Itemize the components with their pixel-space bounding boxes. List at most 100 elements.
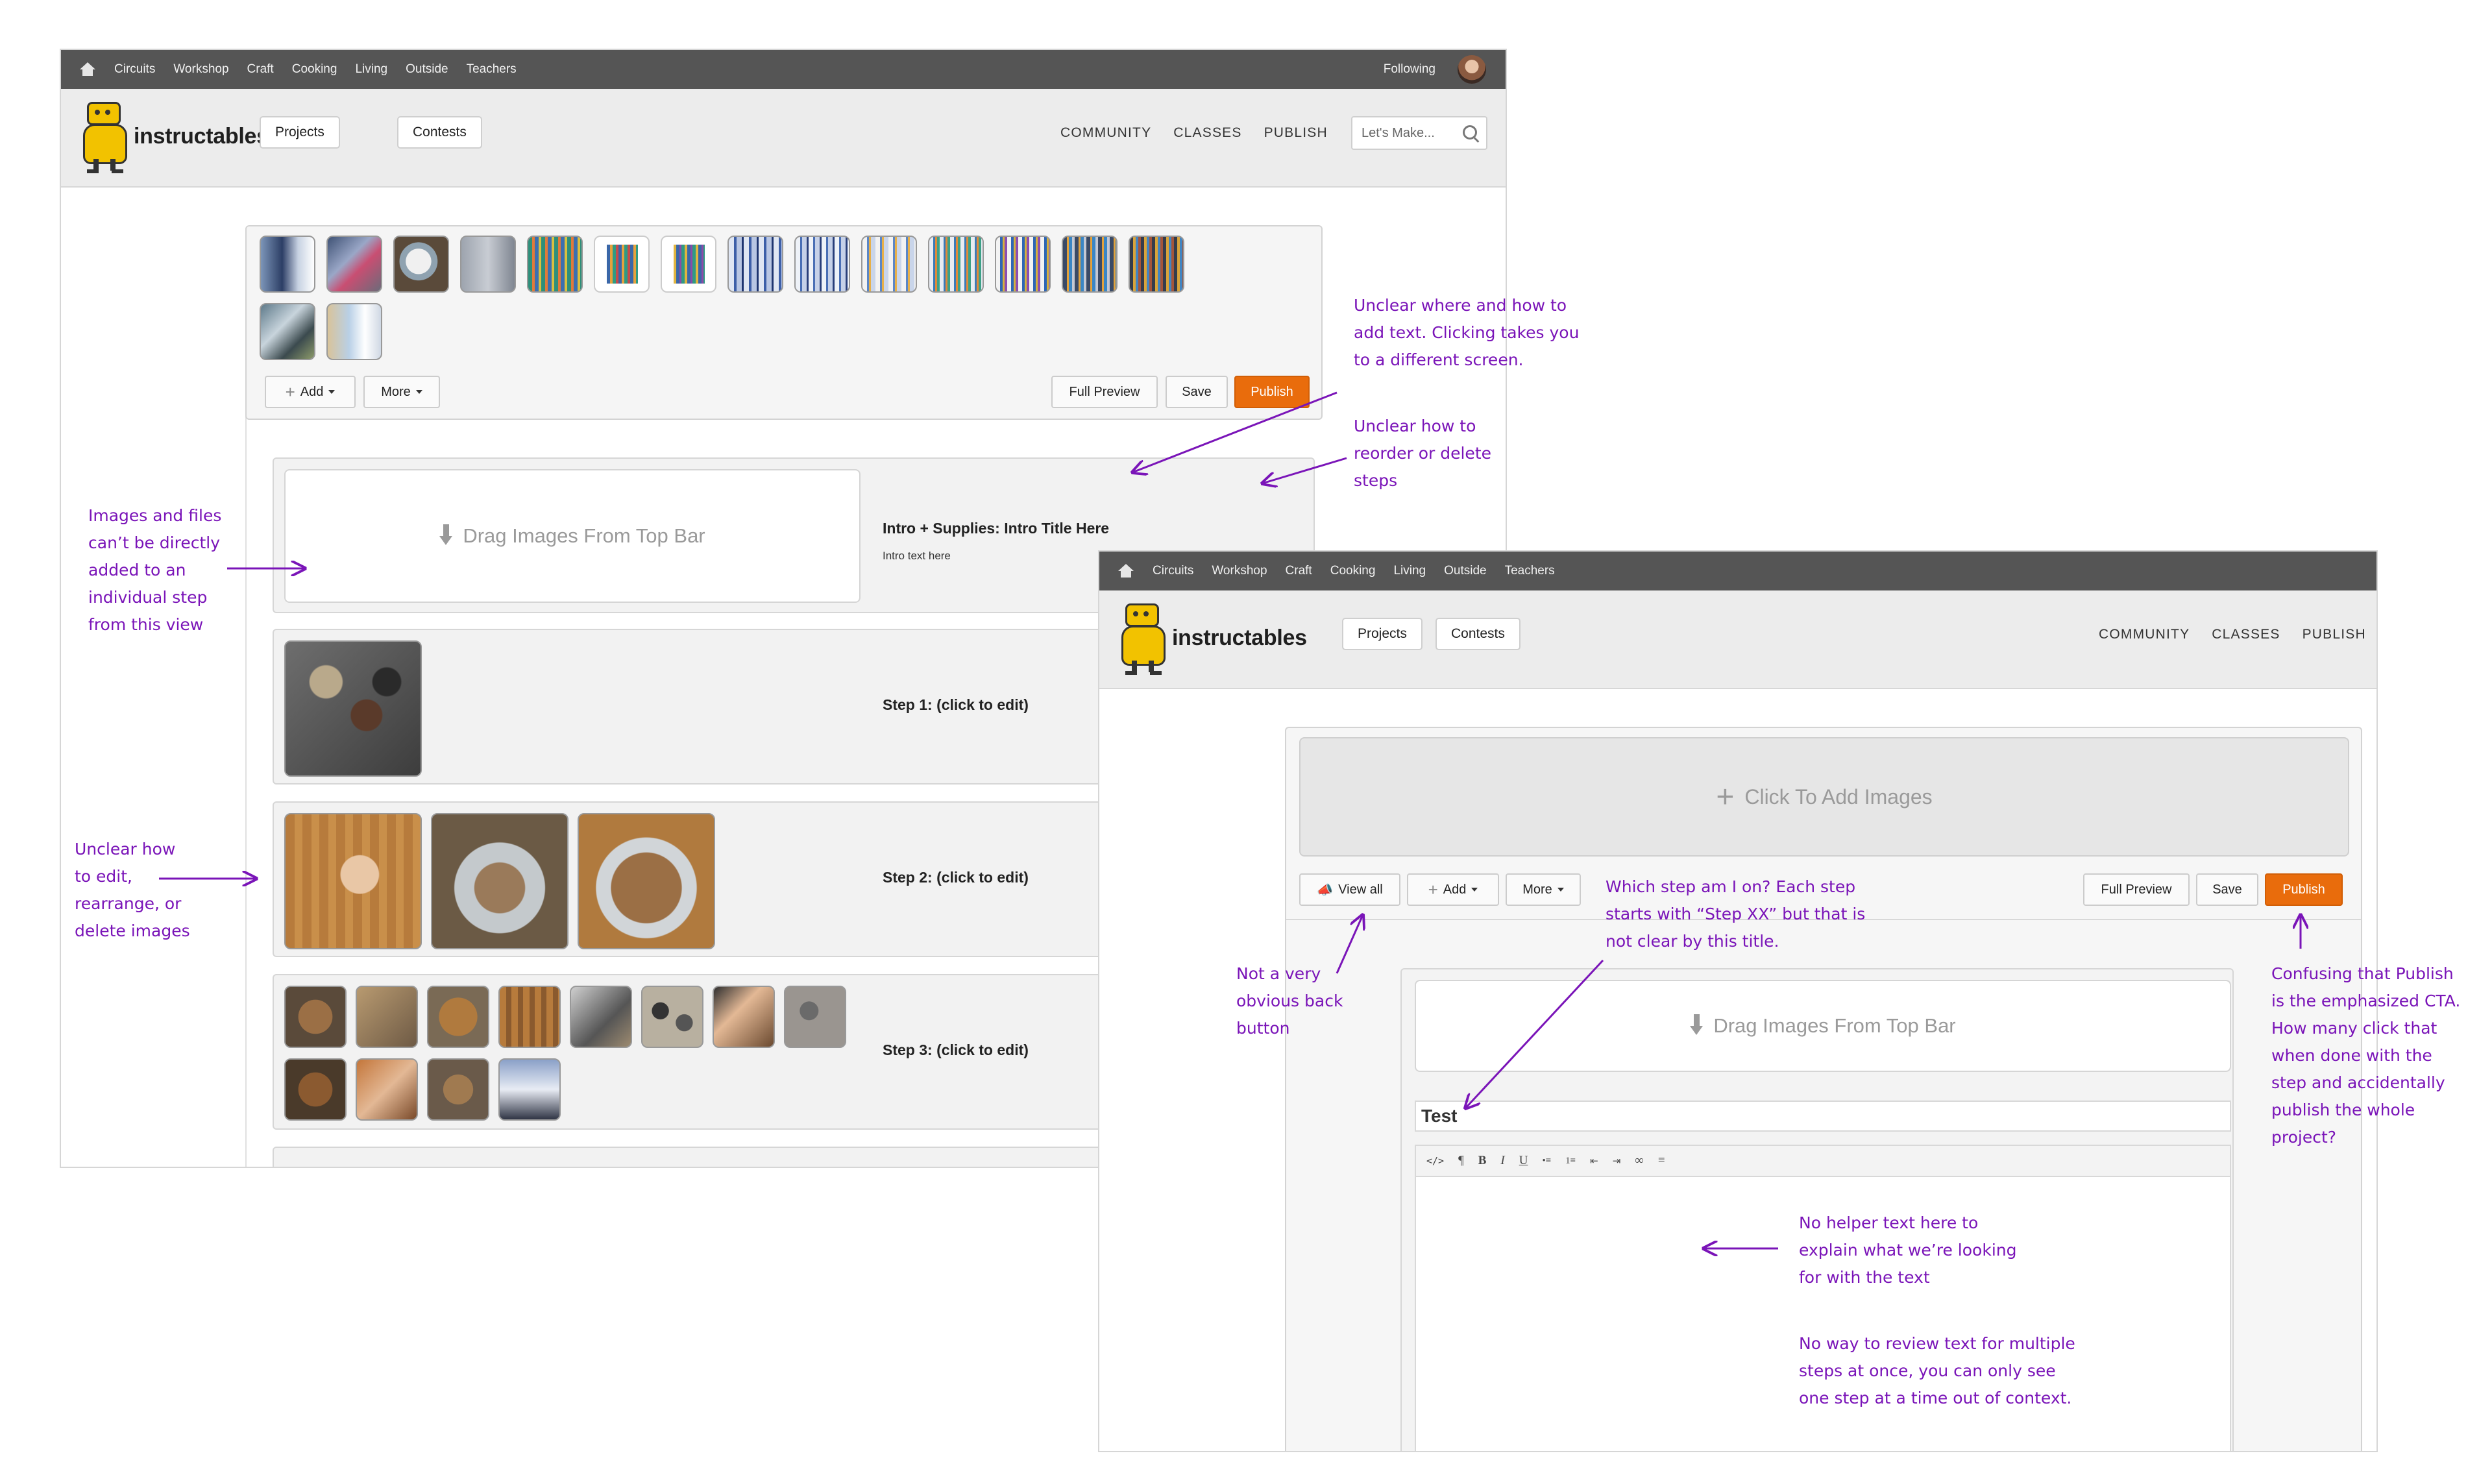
step-title-1[interactable]: Step 1: (click to edit) bbox=[883, 696, 1029, 714]
step-image[interactable] bbox=[427, 1058, 489, 1121]
step-image[interactable] bbox=[498, 1058, 561, 1121]
nav-cooking[interactable]: Cooking bbox=[1330, 564, 1376, 578]
contests-button[interactable]: Contests bbox=[1435, 618, 1521, 650]
step-image[interactable] bbox=[356, 1058, 418, 1121]
nav-teachers[interactable]: Teachers bbox=[467, 62, 517, 77]
image-thumb[interactable] bbox=[260, 236, 315, 293]
step-image[interactable] bbox=[570, 986, 632, 1048]
step-image[interactable] bbox=[284, 813, 422, 949]
step-title-2[interactable]: Step 2: (click to edit) bbox=[883, 869, 1029, 886]
annotation-text-a7: Confusing that Publish is the emphasized … bbox=[2271, 964, 2461, 1147]
bold-button[interactable]: B bbox=[1478, 1154, 1487, 1168]
paragraph-button[interactable]: ¶ bbox=[1458, 1154, 1464, 1168]
home-icon[interactable] bbox=[1118, 564, 1134, 578]
image-thumb[interactable] bbox=[861, 236, 917, 293]
nav-circuits[interactable]: Circuits bbox=[114, 62, 155, 77]
drop-zone[interactable]: Drag Images From Top Bar bbox=[1415, 980, 2231, 1072]
step-image[interactable] bbox=[784, 986, 846, 1048]
nav-outside[interactable]: Outside bbox=[406, 62, 448, 77]
step-image[interactable] bbox=[356, 986, 418, 1048]
save-button[interactable]: Save bbox=[1166, 376, 1228, 408]
image-thumb[interactable] bbox=[460, 236, 516, 293]
nav-craft[interactable]: Craft bbox=[1286, 564, 1312, 578]
contests-button[interactable]: Contests bbox=[397, 116, 482, 149]
bullet-list-button[interactable]: •≡ bbox=[1542, 1156, 1551, 1167]
publish-button[interactable]: Publish bbox=[2265, 873, 2343, 906]
add-label: Add bbox=[1443, 882, 1467, 897]
add-images-area[interactable]: + Click To Add Images bbox=[1299, 737, 2349, 857]
more-button[interactable]: More bbox=[1506, 873, 1581, 906]
step-image[interactable] bbox=[431, 813, 568, 949]
nav-workshop[interactable]: Workshop bbox=[1212, 564, 1267, 578]
image-thumb[interactable] bbox=[594, 236, 650, 293]
underline-button[interactable]: U bbox=[1519, 1154, 1528, 1168]
step-image[interactable] bbox=[427, 986, 489, 1048]
image-thumb[interactable] bbox=[727, 236, 783, 293]
image-thumb[interactable] bbox=[1062, 236, 1118, 293]
avatar[interactable] bbox=[1458, 55, 1486, 84]
nav-living[interactable]: Living bbox=[355, 62, 387, 77]
search-icon[interactable] bbox=[1463, 125, 1477, 140]
community-link[interactable]: COMMUNITY bbox=[1060, 125, 1151, 141]
publish-button[interactable]: Publish bbox=[1234, 376, 1310, 408]
search-input[interactable]: Let's Make... bbox=[1351, 116, 1487, 150]
step-image[interactable] bbox=[641, 986, 703, 1048]
step-title-field[interactable]: Test bbox=[1415, 1101, 2231, 1132]
nav-circuits[interactable]: Circuits bbox=[1153, 564, 1193, 578]
full-preview-button[interactable]: Full Preview bbox=[1051, 376, 1158, 408]
projects-button[interactable]: Projects bbox=[260, 116, 340, 149]
add-button[interactable]: + Add bbox=[265, 376, 356, 408]
community-link[interactable]: COMMUNITY bbox=[2099, 627, 2190, 642]
html-source-button[interactable]: </> bbox=[1426, 1155, 1444, 1167]
nav-outside[interactable]: Outside bbox=[1444, 564, 1486, 578]
image-thumb[interactable] bbox=[260, 303, 315, 360]
italic-button[interactable]: I bbox=[1500, 1154, 1504, 1168]
nav-workshop[interactable]: Workshop bbox=[173, 62, 228, 77]
intro-text: Intro text here bbox=[883, 550, 951, 562]
step-image[interactable] bbox=[284, 1058, 347, 1121]
add-images-label: Click To Add Images bbox=[1744, 785, 1933, 809]
image-thumb[interactable] bbox=[326, 236, 382, 293]
caret-down-icon bbox=[1557, 888, 1564, 892]
nav-cooking[interactable]: Cooking bbox=[292, 62, 337, 77]
image-thumb[interactable] bbox=[995, 236, 1051, 293]
image-thumb[interactable] bbox=[661, 236, 716, 293]
step-image[interactable] bbox=[284, 640, 422, 777]
projects-button[interactable]: Projects bbox=[1342, 618, 1423, 650]
step-image[interactable] bbox=[578, 813, 715, 949]
image-thumb[interactable] bbox=[527, 236, 583, 293]
save-button[interactable]: Save bbox=[2196, 873, 2258, 906]
step-image[interactable] bbox=[713, 986, 775, 1048]
site-logo[interactable]: instructables bbox=[1116, 600, 1307, 676]
align-button[interactable]: ≡ bbox=[1658, 1154, 1665, 1168]
publish-link[interactable]: PUBLISH bbox=[1264, 125, 1328, 141]
view-all-button[interactable]: 📣 View all bbox=[1299, 873, 1400, 906]
outdent-button[interactable]: ⇤ bbox=[1590, 1155, 1598, 1167]
image-thumb[interactable] bbox=[393, 236, 449, 293]
classes-link[interactable]: CLASSES bbox=[2212, 627, 2280, 642]
drop-zone[interactable]: Drag Images From Top Bar bbox=[284, 469, 861, 603]
full-preview-button[interactable]: Full Preview bbox=[2083, 873, 2190, 906]
image-thumb[interactable] bbox=[794, 236, 850, 293]
numbered-list-button[interactable]: 1≡ bbox=[1565, 1156, 1576, 1167]
link-button[interactable]: ∞ bbox=[1635, 1154, 1644, 1168]
classes-link[interactable]: CLASSES bbox=[1173, 125, 1241, 141]
step-image[interactable] bbox=[284, 986, 347, 1048]
site-logo[interactable]: instructables bbox=[78, 98, 269, 175]
publish-link[interactable]: PUBLISH bbox=[2303, 627, 2366, 642]
image-thumb[interactable] bbox=[928, 236, 984, 293]
more-button[interactable]: More bbox=[363, 376, 440, 408]
intro-title[interactable]: Intro + Supplies: Intro Title Here bbox=[883, 520, 1109, 537]
nav-living[interactable]: Living bbox=[1393, 564, 1426, 578]
step-title-3[interactable]: Step 3: (click to edit) bbox=[883, 1041, 1029, 1059]
annotation-text-a4: Unclear how to edit, rearrange, or delete i… bbox=[75, 840, 190, 940]
add-button[interactable]: + Add bbox=[1407, 873, 1499, 906]
indent-button[interactable]: ⇥ bbox=[1613, 1155, 1621, 1167]
image-thumb[interactable] bbox=[326, 303, 382, 360]
nav-teachers[interactable]: Teachers bbox=[1505, 564, 1555, 578]
following-link[interactable]: Following bbox=[1384, 62, 1435, 77]
nav-craft[interactable]: Craft bbox=[247, 62, 274, 77]
step-image[interactable] bbox=[498, 986, 561, 1048]
image-thumb[interactable] bbox=[1129, 236, 1184, 293]
home-icon[interactable] bbox=[79, 62, 96, 77]
